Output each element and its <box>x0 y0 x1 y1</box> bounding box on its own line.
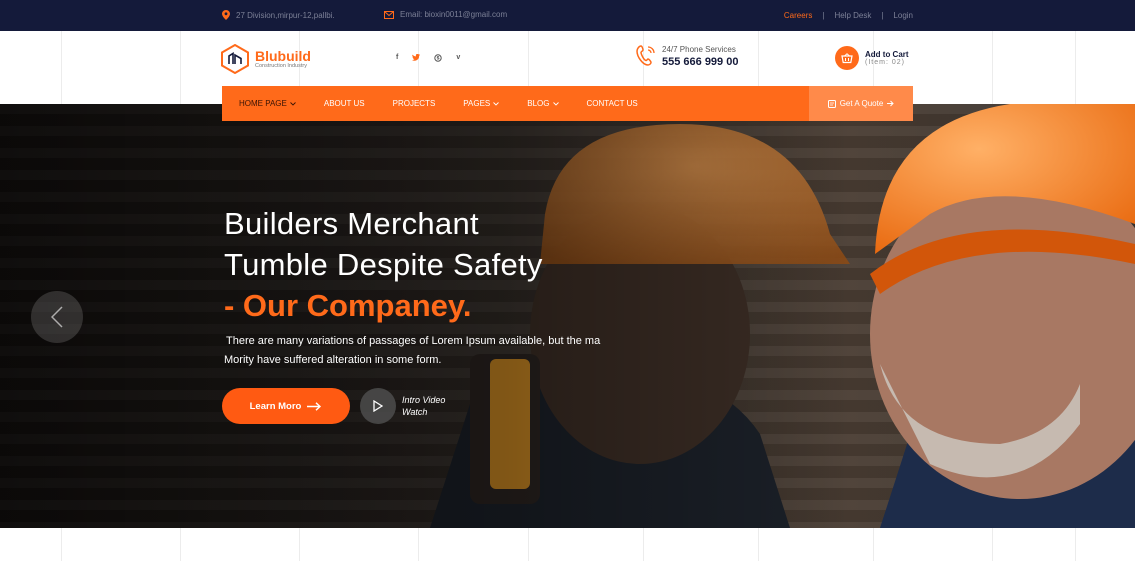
logo-tagline: Construction Industry <box>255 63 307 69</box>
twitter-icon[interactable] <box>412 53 421 64</box>
quote-icon <box>827 99 836 108</box>
play-button[interactable] <box>360 388 396 424</box>
play-icon <box>373 400 383 412</box>
hero-description-line-1: There are many variations of passages of… <box>226 335 601 347</box>
hero-description-line-2: Mority have suffered alteration in some … <box>224 354 442 366</box>
arrow-right-icon <box>307 401 322 411</box>
intro-video[interactable]: Intro Video Watch <box>360 388 445 424</box>
nav-item-blog[interactable]: BLOG <box>527 99 559 108</box>
logo-name: Blubuild <box>255 48 311 64</box>
help-desk-link[interactable]: Help Desk <box>834 11 871 20</box>
nav-menu: HOME PAGE ABOUT US PROJECTS PAGES BLOG CONTAC… <box>239 86 666 121</box>
top-bar: 27 Division,mirpur-12,pallbi. Email: bio… <box>0 0 1135 31</box>
vimeo-icon[interactable]: v <box>456 54 460 64</box>
logo-icon <box>221 44 249 74</box>
social-links: f v <box>396 53 460 64</box>
nav-item-label: HOME PAGE <box>239 99 287 108</box>
nav-item-label: CONTACT US <box>586 99 638 108</box>
nav-item-label: BLOG <box>527 99 550 108</box>
skype-icon[interactable] <box>434 54 443 64</box>
chevron-left-icon <box>51 306 63 328</box>
phone-label: 24/7 Phone Services <box>662 44 736 54</box>
link-separator: | <box>881 11 884 20</box>
cart-count: (Item: 02) <box>865 59 905 66</box>
address-text: 27 Division,mirpur-12,pallbi. <box>236 10 335 20</box>
nav-item-contact-us[interactable]: CONTACT US <box>587 99 638 108</box>
video-label-line-2: Watch <box>402 407 428 417</box>
email-text[interactable]: Email: bioxin0011@gmail.com <box>400 10 507 19</box>
link-separator: | <box>822 11 825 20</box>
facebook-icon[interactable]: f <box>396 54 398 64</box>
site-logo[interactable]: Blubuild Construction Industry <box>221 44 311 74</box>
phone-contact[interactable]: 24/7 Phone Services 555 666 999 00 <box>636 44 738 68</box>
chevron-down-icon <box>552 101 559 106</box>
nav-item-label: ABOUT US <box>323 99 365 108</box>
get-quote-label: Get A Quote <box>839 99 884 108</box>
cart-widget[interactable]: Add to Cart (Item: 02) <box>835 46 909 70</box>
nav-item-projects[interactable]: PROJECTS <box>393 99 436 108</box>
top-links: Careers | Help Desk | Login <box>784 11 913 20</box>
phone-number[interactable]: 555 666 999 00 <box>662 56 738 68</box>
nav-item-home-page[interactable]: HOME PAGE <box>239 99 296 108</box>
address-info: 27 Division,mirpur-12,pallbi. <box>222 10 335 20</box>
careers-link[interactable]: Careers <box>784 11 812 20</box>
get-quote-button[interactable]: Get A Quote <box>809 86 913 121</box>
main-navigation: HOME PAGE ABOUT US PROJECTS PAGES BLOG CONTAC… <box>222 86 913 121</box>
chevron-down-icon <box>290 101 296 106</box>
nav-item-pages[interactable]: PAGES <box>463 99 500 108</box>
hero-title-line-2: Tumble Despite Safety <box>224 247 543 282</box>
login-link[interactable]: Login <box>893 11 913 20</box>
envelope-icon <box>384 10 394 19</box>
hero-title-highlight: - Our Companey. <box>224 288 472 323</box>
hero-content: Builders Merchant Tumble Despite Safety … <box>224 203 614 370</box>
cart-title: Add to Cart <box>865 50 909 59</box>
nav-item-label: PROJECTS <box>392 99 436 108</box>
chevron-down-icon <box>493 101 500 106</box>
slider-prev-button[interactable] <box>31 291 83 343</box>
hero-description: There are many variations of passages of… <box>224 332 614 370</box>
nav-item-label: PAGES <box>463 99 491 108</box>
arrow-right-icon <box>887 100 895 107</box>
learn-more-button[interactable]: Learn Moro <box>222 388 350 424</box>
phone-icon <box>636 45 655 66</box>
learn-more-label: Learn Moro <box>249 400 302 412</box>
hero-title-line-1: Builders Merchant <box>224 206 479 241</box>
nav-item-about-us[interactable]: ABOUT US <box>324 99 365 108</box>
video-label-line-1: Intro Video <box>402 395 446 405</box>
cart-icon[interactable] <box>835 46 859 70</box>
email-info: Email: bioxin0011@gmail.com <box>384 10 507 19</box>
location-pin-icon <box>222 10 230 20</box>
